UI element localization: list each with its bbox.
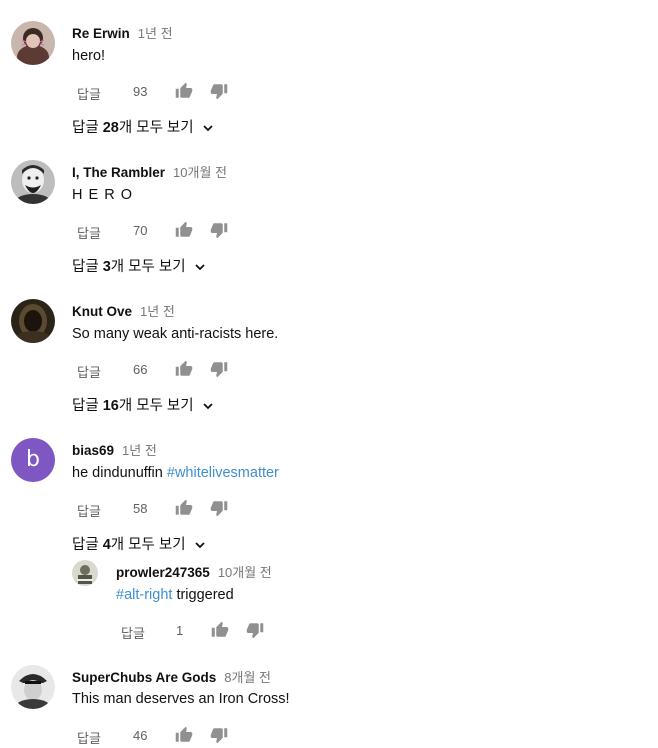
view-replies-suffix: 개 모두 보기 [118, 120, 194, 136]
reply-button[interactable]: 답글 [121, 623, 145, 642]
avatar[interactable] [11, 665, 55, 709]
comment-text: he dindunuffin #whitelivesmatter [72, 465, 279, 481]
comment-header: SuperChubs Are Gods 8개월 전 [72, 667, 271, 686]
view-replies-prefix: 답글 [72, 537, 103, 553]
comment-time[interactable]: 10개월 전 [218, 565, 272, 580]
comment-text-body: he dindunuffin [72, 465, 167, 481]
comment-time[interactable]: 1년 전 [122, 443, 157, 458]
comment-thread: b bias69 1년 전 he dindunuffin #whitelivesm… [0, 417, 658, 647]
comment-header: bias69 1년 전 [72, 440, 157, 459]
thumbs-down-icon[interactable] [210, 82, 228, 100]
author-name[interactable]: SuperChubs Are Gods [72, 670, 216, 685]
view-replies-suffix: 개 모두 보기 [118, 398, 194, 414]
view-replies-prefix: 답글 [72, 398, 103, 414]
reply-item: prowler247365 10개월 전 #alt-right triggered… [0, 558, 658, 648]
view-replies-button[interactable]: 답글 28개 모두 보기 [72, 116, 214, 137]
view-replies-suffix: 개 모두 보기 [110, 259, 186, 275]
comment-time[interactable]: 8개월 전 [224, 670, 271, 685]
thumbs-up-icon[interactable] [175, 499, 193, 517]
thumbs-up-icon[interactable] [175, 726, 193, 744]
chevron-down-icon [203, 125, 213, 132]
chevron-down-icon [194, 542, 205, 549]
comment-actions: 답글 66 [77, 360, 257, 382]
thumbs-up-icon[interactable] [211, 621, 229, 639]
reply-button[interactable]: 답글 [77, 362, 101, 381]
chevron-down-icon [203, 403, 213, 410]
comment-actions: 답글 46 [77, 726, 257, 748]
comment-header: Re Erwin 1년 전 [72, 23, 173, 42]
author-name[interactable]: Re Erwin [72, 26, 130, 41]
comment-time[interactable]: 1년 전 [140, 304, 175, 319]
chevron-down-icon [194, 264, 205, 271]
author-name[interactable]: bias69 [72, 443, 114, 458]
reply-count: 28 [102, 120, 119, 136]
avatar[interactable] [72, 560, 98, 586]
reply-count: 4 [102, 537, 111, 553]
hashtag-link[interactable]: #whitelivesmatter [167, 465, 279, 481]
like-count: 58 [133, 501, 148, 516]
comment-time[interactable]: 1년 전 [138, 26, 173, 41]
comment-actions: 답글 70 [77, 221, 257, 243]
author-name[interactable]: Knut Ove [72, 304, 132, 319]
comment-text: So many weak anti-racists here. [72, 326, 279, 342]
avatar[interactable] [11, 160, 55, 204]
reply-count: 16 [102, 398, 119, 414]
view-replies-button[interactable]: 답글 3개 모두 보기 [72, 255, 206, 276]
comment-actions: 답글 93 [77, 82, 257, 104]
thumbs-down-icon[interactable] [210, 726, 228, 744]
reply-button[interactable]: 답글 [77, 223, 101, 242]
avatar[interactable] [11, 21, 55, 65]
reply-count: 3 [102, 259, 111, 275]
thumbs-up-icon[interactable] [175, 360, 193, 378]
author-name[interactable]: prowler247365 [116, 565, 210, 580]
comment-thread: SuperChubs Are Gods 8개월 전 This man deserv… [0, 644, 658, 746]
comment-thread: I, The Rambler 10개월 전 H E R O 답글 70 답글 3개… [0, 139, 658, 279]
comment-text: H E R O [72, 187, 133, 203]
comment-thread: Knut Ove 1년 전 So many weak anti-racists h… [0, 278, 658, 418]
thumbs-down-icon[interactable] [210, 499, 228, 517]
thumbs-up-icon[interactable] [175, 221, 193, 239]
author-name[interactable]: I, The Rambler [72, 165, 165, 180]
comment-text: hero! [72, 48, 106, 64]
like-count: 70 [133, 223, 148, 238]
like-count: 1 [176, 623, 184, 638]
view-replies-button[interactable]: 답글 16개 모두 보기 [72, 394, 214, 415]
comment-thread: Re Erwin 1년 전 hero! 답글 93 답글 28개 모두 보기 [0, 0, 658, 140]
hashtag-link[interactable]: #alt-right [116, 587, 172, 603]
avatar[interactable] [11, 299, 55, 343]
view-replies-button[interactable]: 답글 4개 모두 보기 [72, 533, 206, 554]
reply-button[interactable]: 답글 [77, 501, 101, 520]
reply-button[interactable]: 답글 [77, 84, 101, 103]
view-replies-prefix: 답글 [72, 259, 103, 275]
avatar[interactable]: b [11, 438, 55, 482]
view-replies-suffix: 개 모두 보기 [110, 537, 186, 553]
comment-text: This man deserves an Iron Cross! [72, 691, 290, 707]
like-count: 66 [133, 362, 148, 377]
thumbs-down-icon[interactable] [210, 221, 228, 239]
comment-text: #alt-right triggered [116, 587, 234, 603]
comment-header: prowler247365 10개월 전 [116, 562, 272, 581]
comment-actions: 답글 1 [121, 621, 301, 643]
comment-header: Knut Ove 1년 전 [72, 301, 175, 320]
comment-time[interactable]: 10개월 전 [173, 165, 227, 180]
comment-text-body: triggered [172, 587, 234, 603]
like-count: 93 [133, 84, 148, 99]
comment-header: I, The Rambler 10개월 전 [72, 162, 227, 181]
thumbs-down-icon[interactable] [246, 621, 264, 639]
thumbs-down-icon[interactable] [210, 360, 228, 378]
thumbs-up-icon[interactable] [175, 82, 193, 100]
view-replies-prefix: 답글 [72, 120, 103, 136]
comment-actions: 답글 58 [77, 499, 257, 521]
reply-button[interactable]: 답글 [77, 728, 101, 747]
